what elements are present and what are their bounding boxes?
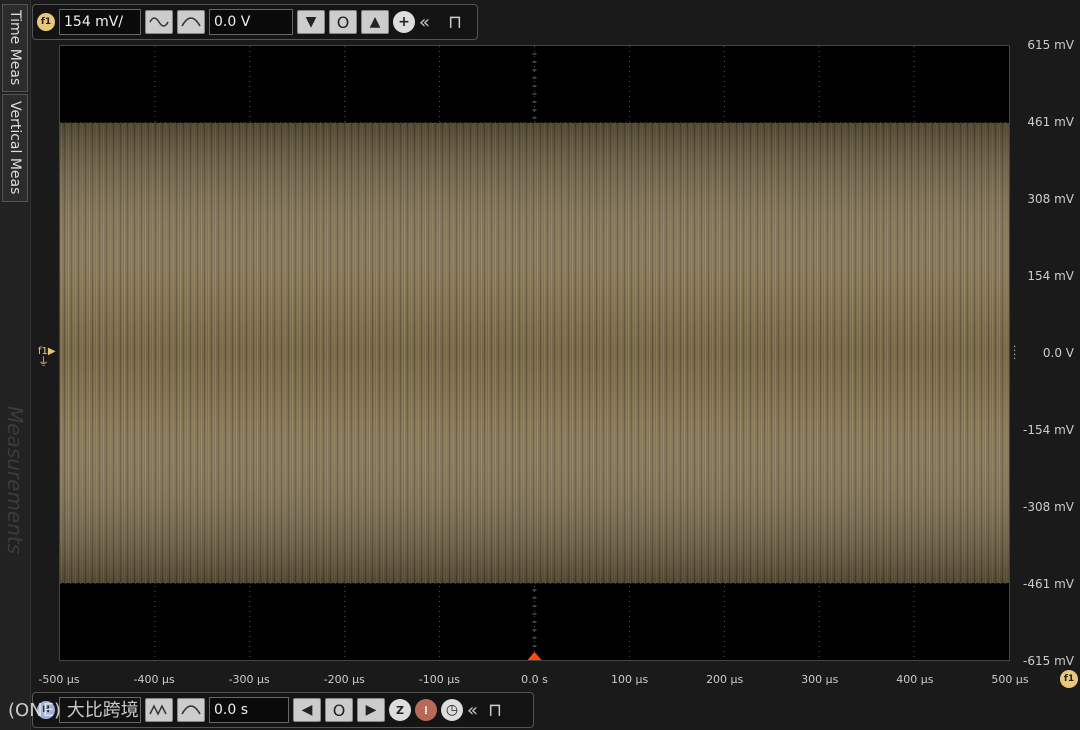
measurements-sidebar: Time Meas Vertical Meas Measurements [0,0,31,730]
time-scale-decrease-button[interactable] [145,698,173,722]
time-position-field[interactable]: 0.0 s [209,697,289,723]
offset-zero-button[interactable]: O [329,10,357,34]
offset-down-button[interactable]: ▼ [297,10,325,34]
pin-icon: ⊓ [448,11,463,33]
double-chevron-left-icon: « [467,699,479,721]
x-axis-label: 0.0 s [521,673,548,686]
y-axis-label: -615 mV [1023,654,1074,668]
clock-icon: ◷ [445,702,459,718]
pin-timebase-button[interactable]: ⊓ [488,700,502,721]
y-axis-label: 308 mV [1027,192,1074,206]
zero-icon: O [336,12,350,32]
add-button[interactable]: + [393,11,415,33]
waveform-svg [60,46,1009,660]
y-axis-label: -154 mV [1023,423,1074,437]
ground-icon: ⏚ [38,355,49,368]
y-axis-label: 0.0 V [1042,346,1074,360]
pin-button[interactable]: ⊓ [448,12,462,33]
time-zero-button[interactable]: O [325,698,353,722]
time-scale-increase-button[interactable] [177,698,205,722]
chevron-up-icon: ▲ [369,14,381,30]
scale-decrease-button[interactable] [145,10,173,34]
time-left-button[interactable]: ◀ [293,698,321,722]
x-axis-label: 300 µs [801,673,839,686]
channel-toolbar: f1 154 mV/ 0.0 V ▼ O ▲ + « ⊓ [32,4,478,40]
trigger-settings-button[interactable]: ⁞ [415,699,437,721]
scale-increase-button[interactable] [177,10,205,34]
vertical-offset-field[interactable]: 0.0 V [209,9,293,35]
x-axis-label: 100 µs [610,673,649,686]
x-axis-label: -400 µs [133,673,175,686]
offset-up-button[interactable]: ▲ [361,10,389,34]
tab-time-meas[interactable]: Time Meas [2,4,28,92]
pin-icon: ⊓ [488,699,503,721]
acquisition-clock-button[interactable]: ◷ [441,699,463,721]
trigger-icon: ⁞ [423,703,429,717]
sine-small-icon [149,17,169,27]
y-axis-label: -308 mV [1023,500,1074,514]
plus-icon: + [398,14,410,30]
y-axis-label: 154 mV [1027,269,1074,283]
watermark-text: (ONE) 大比跨境 [8,700,139,721]
channel-f1-badge[interactable]: f1 [37,13,55,31]
waveform-display[interactable] [59,45,1010,661]
zoom-icon: Z [396,703,404,717]
signal-trace-shading [60,122,1009,584]
marker-arrow-icon: ▶ [47,346,56,357]
measurements-panel-label: Measurements [3,405,27,555]
axis-channel-chip[interactable]: f1 [1060,670,1078,688]
collapse-timebase-button[interactable]: « [467,700,478,721]
x-axis-label: -300 µs [228,673,270,686]
wave-compressed-icon [149,704,167,716]
x-axis-label: -100 µs [418,673,460,686]
x-axis-label: 200 µs [706,673,744,686]
y-axis-label: 615 mV [1027,38,1074,52]
chevron-left-icon: ◀ [301,702,313,718]
x-axis-label: -200 µs [323,673,365,686]
zero-icon: O [332,700,346,720]
x-axis-label: 400 µs [896,673,934,686]
time-right-button[interactable]: ▶ [357,698,385,722]
vertical-scale-field[interactable]: 154 mV/ [59,9,141,35]
wave-expanded-icon [181,705,201,715]
zoom-button[interactable]: Z [389,699,411,721]
chevron-down-icon: ▼ [305,14,317,30]
double-chevron-left-icon: « [419,11,431,33]
channel-ground-marker[interactable]: f1▶ ⏚ [38,347,56,368]
sine-large-icon [181,17,201,27]
trigger-marker[interactable] [527,652,542,660]
tab-vertical-meas[interactable]: Vertical Meas [2,94,28,202]
chevron-right-icon: ▶ [365,702,377,718]
collapse-button[interactable]: « [419,12,430,33]
x-axis-label: -500 µs [38,673,80,686]
y-axis-label: 461 mV [1027,115,1074,129]
x-axis-label: 500 µs [991,673,1029,686]
y-axis-label: -461 mV [1023,577,1074,591]
